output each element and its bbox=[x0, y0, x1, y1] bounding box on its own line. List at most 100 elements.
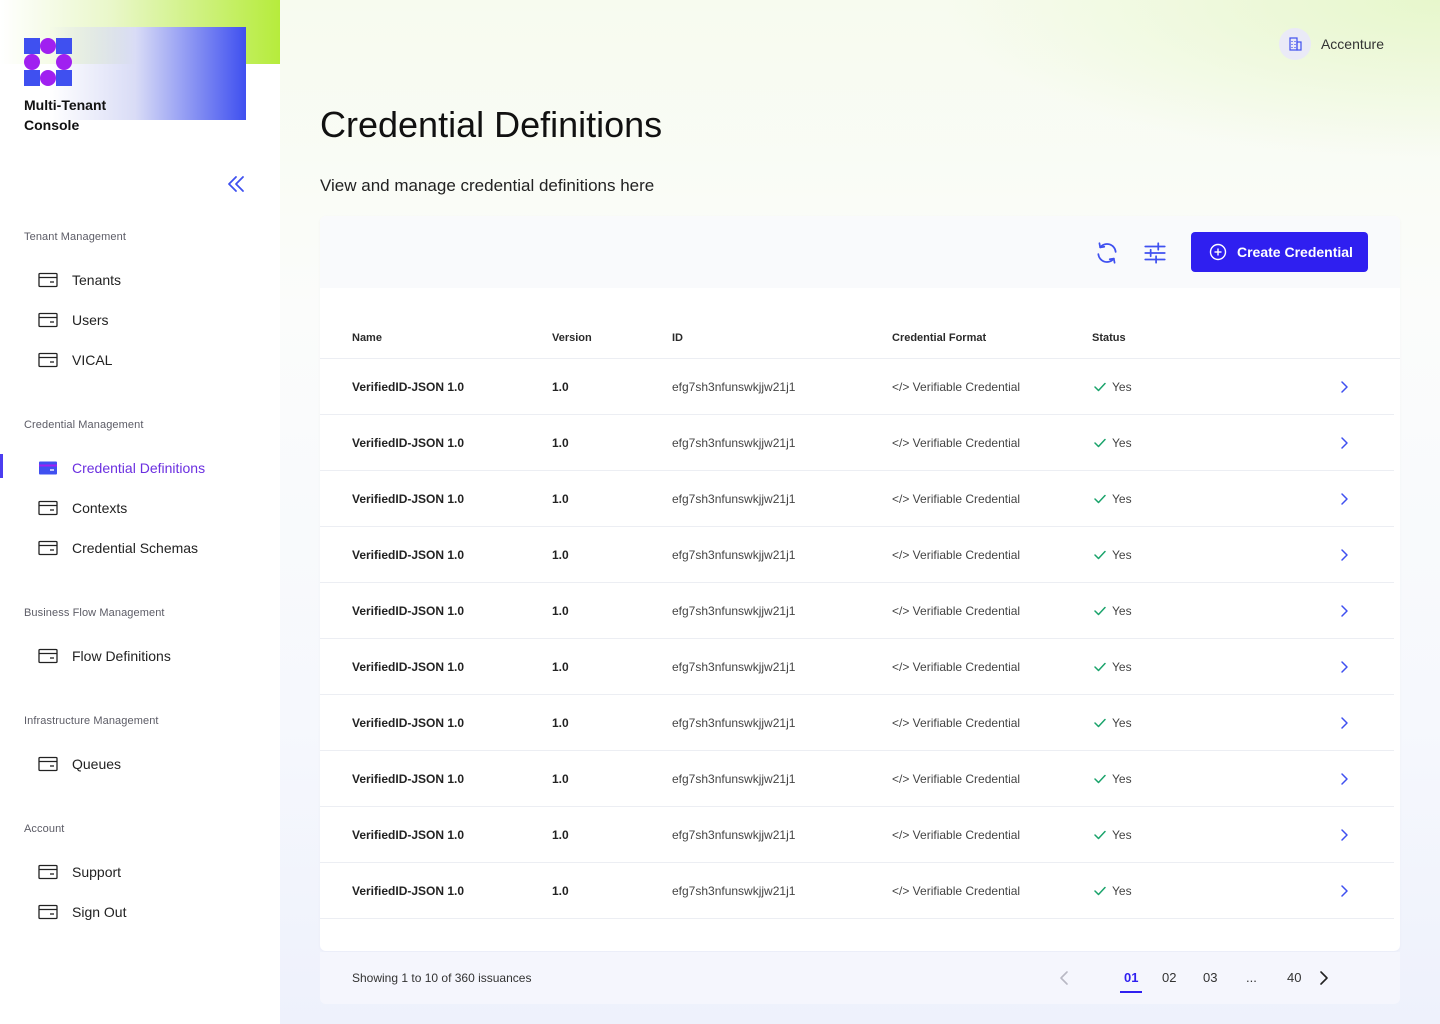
refresh-icon[interactable] bbox=[1094, 240, 1120, 266]
check-icon bbox=[1094, 886, 1106, 896]
sidebar-item-support[interactable]: Support bbox=[0, 856, 280, 888]
cell-version: 1.0 bbox=[552, 380, 569, 394]
page-button-40[interactable]: 40 bbox=[1287, 970, 1301, 985]
cell-format: </> Verifiable Credential bbox=[892, 380, 1021, 394]
cell-format: </> Verifiable Credential bbox=[892, 492, 1021, 506]
chevron-right-icon[interactable] bbox=[1338, 883, 1350, 899]
chevron-right-icon[interactable] bbox=[1338, 547, 1350, 563]
chevron-right-icon[interactable] bbox=[1338, 827, 1350, 843]
table-row[interactable]: VerifiedID-JSON 1.0 1.0 efg7sh3nfunswkjjw2… bbox=[320, 471, 1394, 527]
status-label: Yes bbox=[1112, 548, 1132, 562]
nav-section-title: Tenant Management bbox=[24, 231, 126, 243]
org-name: Accenture bbox=[1320, 36, 1384, 52]
card-icon bbox=[38, 460, 58, 476]
sidebar-item-label: Flow Definitions bbox=[72, 648, 171, 664]
table-row[interactable]: VerifiedID-JSON 1.0 1.0 efg7sh3nfunswkjjw2… bbox=[320, 695, 1394, 751]
table-row[interactable]: VerifiedID-JSON 1.0 1.0 efg7sh3nfunswkjjw2… bbox=[320, 527, 1394, 583]
cell-format: </> Verifiable Credential bbox=[892, 884, 1021, 898]
page-button-02[interactable]: 02 bbox=[1162, 970, 1176, 985]
create-credential-button[interactable]: Create Credential bbox=[1191, 232, 1368, 272]
card-icon bbox=[38, 540, 58, 556]
column-header-name[interactable]: Name bbox=[352, 332, 382, 344]
building-icon bbox=[1278, 28, 1311, 60]
sidebar-item-label: Tenants bbox=[72, 272, 122, 288]
cell-version: 1.0 bbox=[552, 772, 569, 786]
sliders-icon[interactable] bbox=[1142, 240, 1168, 266]
cell-name: VerifiedID-JSON 1.0 bbox=[352, 548, 465, 562]
page-button-03[interactable]: 03 bbox=[1203, 970, 1217, 985]
cell-id: efg7sh3nfunswkjjw21j1 bbox=[672, 884, 796, 898]
cell-format: </> Verifiable Credential bbox=[892, 828, 1021, 842]
sidebar-item-users[interactable]: Users bbox=[0, 304, 280, 336]
check-icon bbox=[1094, 718, 1106, 728]
cell-id: efg7sh3nfunswkjjw21j1 bbox=[672, 548, 796, 562]
table-header: Name Version ID Credential Format Status bbox=[320, 318, 1400, 359]
column-header-id[interactable]: ID bbox=[672, 332, 683, 344]
table-row[interactable]: VerifiedID-JSON 1.0 1.0 efg7sh3nfunswkjjw2… bbox=[320, 639, 1394, 695]
status-label: Yes bbox=[1112, 492, 1132, 506]
check-icon bbox=[1094, 662, 1106, 672]
check-icon bbox=[1094, 494, 1106, 504]
credentials-table: Name Version ID Credential Format Status… bbox=[320, 318, 1400, 919]
cell-format: </> Verifiable Credential bbox=[892, 716, 1021, 730]
column-header-status[interactable]: Status bbox=[1092, 332, 1126, 344]
table-row[interactable]: VerifiedID-JSON 1.0 1.0 efg7sh3nfunswkjjw2… bbox=[320, 415, 1394, 471]
cell-status: Yes bbox=[1094, 772, 1132, 786]
table-row[interactable]: VerifiedID-JSON 1.0 1.0 efg7sh3nfunswkjjw2… bbox=[320, 863, 1394, 919]
cell-version: 1.0 bbox=[552, 828, 569, 842]
sidebar-item-vical[interactable]: VICAL bbox=[0, 344, 280, 376]
sidebar-item-sign-out[interactable]: Sign Out bbox=[0, 896, 280, 928]
check-icon bbox=[1094, 550, 1106, 560]
table-row[interactable]: VerifiedID-JSON 1.0 1.0 efg7sh3nfunswkjjw2… bbox=[320, 807, 1394, 863]
nav-section-title: Account bbox=[24, 823, 65, 835]
double-chevron-left-icon[interactable] bbox=[224, 172, 248, 196]
plus-circle-icon bbox=[1209, 243, 1227, 261]
table-row[interactable]: VerifiedID-JSON 1.0 1.0 efg7sh3nfunswkjjw2… bbox=[320, 583, 1394, 639]
cell-format: </> Verifiable Credential bbox=[892, 436, 1021, 450]
sidebar-item-contexts[interactable]: Contexts bbox=[0, 492, 280, 524]
cell-status: Yes bbox=[1094, 716, 1132, 730]
sidebar-item-flow-definitions[interactable]: Flow Definitions bbox=[0, 640, 280, 672]
check-icon bbox=[1094, 830, 1106, 840]
column-header-format[interactable]: Credential Format bbox=[892, 332, 986, 344]
page-ellipsis: ... bbox=[1246, 970, 1257, 985]
sidebar-item-label: Credential Definitions bbox=[72, 460, 206, 476]
chevron-right-icon[interactable] bbox=[1338, 715, 1350, 731]
check-icon bbox=[1094, 382, 1106, 392]
chevron-left-icon[interactable] bbox=[1058, 970, 1072, 986]
cell-version: 1.0 bbox=[552, 716, 569, 730]
chevron-right-icon[interactable] bbox=[1338, 435, 1350, 451]
sidebar-item-credential-schemas[interactable]: Credential Schemas bbox=[0, 532, 280, 564]
card-toolbar: Create Credential bbox=[320, 216, 1400, 288]
card-icon bbox=[38, 756, 58, 772]
cell-format: </> Verifiable Credential bbox=[892, 660, 1021, 674]
cell-name: VerifiedID-JSON 1.0 bbox=[352, 436, 465, 450]
cell-name: VerifiedID-JSON 1.0 bbox=[352, 492, 465, 506]
table-row[interactable]: VerifiedID-JSON 1.0 1.0 efg7sh3nfunswkjjw2… bbox=[320, 359, 1394, 415]
sidebar-item-credential-definitions[interactable]: Credential Definitions bbox=[0, 452, 280, 484]
sidebar-item-label: Credential Schemas bbox=[72, 540, 199, 556]
cell-status: Yes bbox=[1094, 828, 1132, 842]
check-icon bbox=[1094, 606, 1106, 616]
status-label: Yes bbox=[1112, 660, 1132, 674]
chevron-right-icon[interactable] bbox=[1338, 379, 1350, 395]
chevron-right-icon[interactable] bbox=[1338, 603, 1350, 619]
sidebar-item-tenants[interactable]: Tenants bbox=[0, 264, 280, 296]
page-button-01[interactable]: 01 bbox=[1124, 970, 1138, 985]
cell-name: VerifiedID-JSON 1.0 bbox=[352, 884, 465, 898]
chevron-right-icon[interactable] bbox=[1338, 771, 1350, 787]
chevron-right-icon[interactable] bbox=[1338, 491, 1350, 507]
chevron-right-icon[interactable] bbox=[1316, 970, 1330, 986]
cell-version: 1.0 bbox=[552, 884, 569, 898]
cell-status: Yes bbox=[1094, 492, 1132, 506]
cell-name: VerifiedID-JSON 1.0 bbox=[352, 772, 465, 786]
cell-format: </> Verifiable Credential bbox=[892, 548, 1021, 562]
app-title: Multi-Tenant Console bbox=[24, 97, 107, 133]
sidebar-item-queues[interactable]: Queues bbox=[0, 748, 280, 780]
column-header-version[interactable]: Version bbox=[552, 332, 592, 344]
table-body: VerifiedID-JSON 1.0 1.0 efg7sh3nfunswkjjw2… bbox=[320, 359, 1400, 919]
table-row[interactable]: VerifiedID-JSON 1.0 1.0 efg7sh3nfunswkjjw2… bbox=[320, 751, 1394, 807]
cell-name: VerifiedID-JSON 1.0 bbox=[352, 380, 465, 394]
chevron-right-icon[interactable] bbox=[1338, 659, 1350, 675]
org-switcher[interactable]: Accenture bbox=[1278, 28, 1384, 60]
